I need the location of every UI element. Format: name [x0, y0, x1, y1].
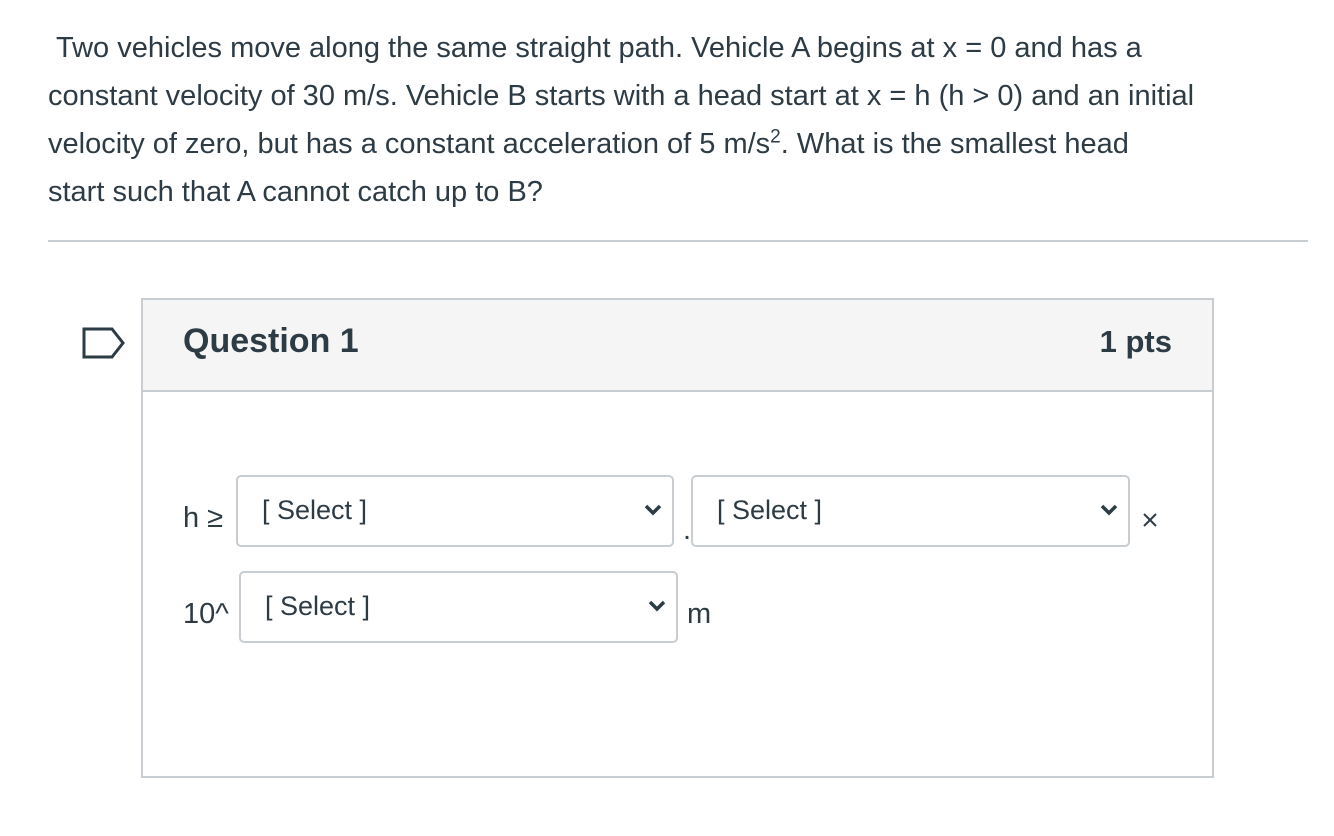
- chevron-down-icon: [648, 600, 666, 612]
- question-header: Question 1 1 pts: [143, 300, 1212, 392]
- select-value: [ Select ]: [262, 495, 368, 525]
- flag-bookmark-icon[interactable]: [82, 327, 126, 359]
- problem-line: start such that A cannot catch up to B?: [48, 176, 543, 208]
- problem-line: Two vehicles move along the same straigh…: [56, 32, 1142, 64]
- answer-select-decimal[interactable]: [ Select ]: [691, 475, 1130, 547]
- decimal-point: .: [683, 514, 692, 546]
- problem-line: constant velocity of 30 m/s. Vehicle B s…: [48, 80, 1195, 112]
- answer-select-exponent[interactable]: [ Select ]: [239, 571, 678, 643]
- unit-label: m: [687, 598, 712, 630]
- chevron-down-icon: [1100, 504, 1118, 516]
- question-card: Question 1 1 pts h ≥ [ Select ] . [ Sele…: [141, 298, 1214, 778]
- problem-statement: Two vehicles move along the same straigh…: [48, 24, 1312, 216]
- select-value: [ Select ]: [265, 591, 371, 621]
- chevron-down-icon: [644, 504, 662, 516]
- question-points: 1 pts: [1099, 324, 1172, 359]
- problem-line: velocity of zero, but has a constant acc…: [48, 120, 1312, 168]
- question-title: Question 1: [183, 322, 359, 360]
- divider: [48, 240, 1308, 242]
- h-label: h ≥: [183, 502, 224, 534]
- select-value: [ Select ]: [717, 495, 823, 525]
- problem-text: . What is the smallest head: [780, 128, 1129, 160]
- problem-text: velocity of zero, but has a constant acc…: [48, 128, 771, 160]
- multiply-sign-icon: [1143, 513, 1157, 527]
- answer-select-mantissa[interactable]: [ Select ]: [236, 475, 674, 547]
- exponent-label: 10^: [183, 598, 229, 630]
- quiz-page: Two vehicles move along the same straigh…: [0, 0, 1334, 836]
- superscript: 2: [770, 126, 781, 148]
